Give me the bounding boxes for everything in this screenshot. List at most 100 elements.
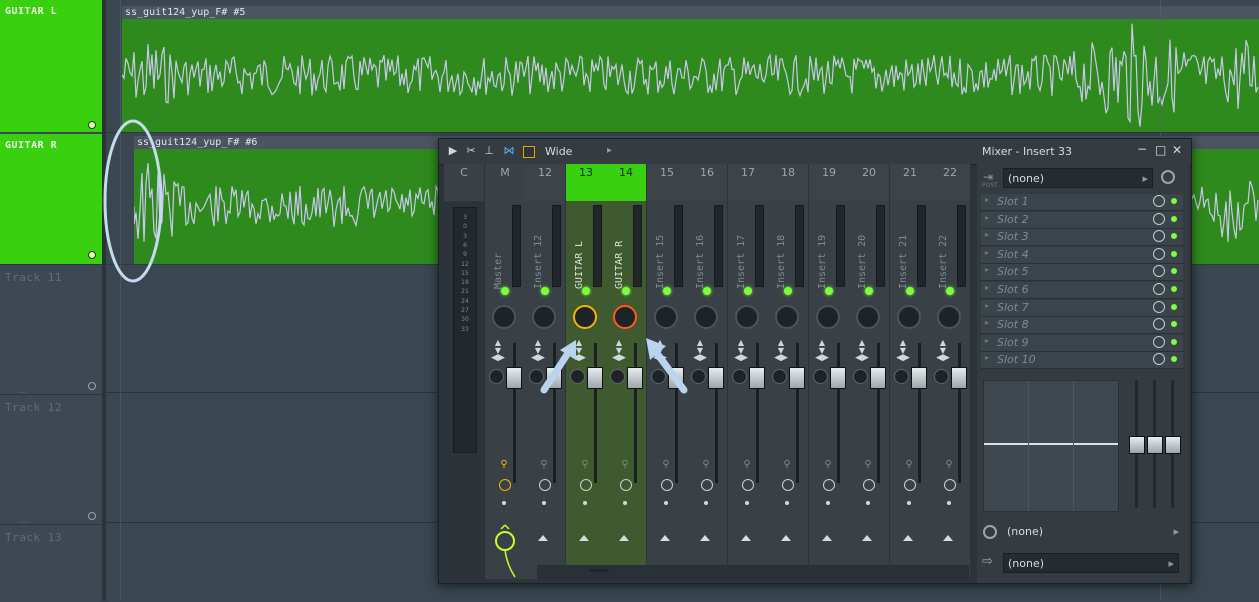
slot-mix-knob[interactable] xyxy=(1153,265,1165,278)
mute-led[interactable] xyxy=(582,287,590,295)
stereo-knob[interactable] xyxy=(813,369,828,384)
clock-icon[interactable] xyxy=(1161,170,1175,184)
latency-clock-icon[interactable] xyxy=(580,479,592,491)
stereo-separation-icon[interactable]: ◀▶ xyxy=(692,353,708,363)
track-lane-guitar-l[interactable]: ss_guit124_yup_F# #5 xyxy=(106,0,1259,133)
pan-knob[interactable] xyxy=(532,305,556,329)
channel-number[interactable]: 20 xyxy=(849,164,889,201)
latency-clock-icon[interactable] xyxy=(742,479,754,491)
route-dot[interactable] xyxy=(866,501,870,505)
mixer-strip[interactable]: Insert 17 ▲ ▼ ◀▶ ⚲ xyxy=(728,201,768,579)
mute-led[interactable] xyxy=(825,287,833,295)
mute-led[interactable] xyxy=(744,287,752,295)
view-label[interactable]: Wide xyxy=(545,145,572,158)
stereo-knob[interactable] xyxy=(772,369,787,384)
slot-mix-knob[interactable] xyxy=(1153,230,1165,243)
route-dot[interactable] xyxy=(664,501,668,505)
latency-clock-icon[interactable] xyxy=(904,479,916,491)
stereo-separation-icon[interactable]: ◀▶ xyxy=(773,353,789,363)
pin-icon[interactable]: ⊥ xyxy=(483,145,495,157)
stereo-separation-icon[interactable]: ◀▶ xyxy=(935,353,951,363)
route-arrow-icon[interactable] xyxy=(862,535,872,541)
slot-enable-led[interactable] xyxy=(1171,268,1177,275)
route-arrow-icon[interactable] xyxy=(579,535,589,541)
route-arrow-icon[interactable] xyxy=(903,535,913,541)
stereo-separation-icon[interactable]: ◀▶ xyxy=(611,353,627,363)
clip-title[interactable]: ss_guit124_yup_F# #5 xyxy=(122,6,1259,19)
track-header-12[interactable]: ... Track 12 xyxy=(0,382,102,525)
channel-number[interactable]: 14 xyxy=(606,164,646,201)
mute-led[interactable] xyxy=(622,287,630,295)
record-pin-icon[interactable]: ⚲ xyxy=(620,459,630,471)
mixer-strip[interactable]: Insert 18 ▲ ▼ ◀▶ ⚲ xyxy=(768,201,808,579)
route-dot[interactable] xyxy=(623,501,627,505)
effect-slot[interactable]: ▸ Slot 3 xyxy=(981,229,1183,247)
maximize-icon[interactable]: □ xyxy=(1155,143,1166,157)
stereo-knob[interactable] xyxy=(489,369,504,384)
output-dropdown[interactable]: (none) ▸ xyxy=(1003,553,1179,573)
mute-led[interactable] xyxy=(663,287,671,295)
record-pin-icon[interactable]: ⚲ xyxy=(661,459,671,471)
view-arrow-icon[interactable]: ▸ xyxy=(607,145,612,156)
track-led[interactable] xyxy=(88,121,96,129)
volume-fader[interactable] xyxy=(506,367,522,389)
volume-fader[interactable] xyxy=(870,367,886,389)
effect-slot[interactable]: ▸ Slot 7 xyxy=(981,299,1183,317)
eq-fader-low[interactable] xyxy=(1129,436,1145,454)
track-led[interactable] xyxy=(88,382,96,390)
mute-led[interactable] xyxy=(541,287,549,295)
latency-clock-icon[interactable] xyxy=(782,479,794,491)
stereo-knob[interactable] xyxy=(610,369,625,384)
minimize-icon[interactable]: − xyxy=(1137,142,1147,156)
slot-enable-led[interactable] xyxy=(1171,356,1177,363)
effect-slot[interactable]: ▸ Slot 2 xyxy=(981,211,1183,229)
channel-number[interactable]: 15 xyxy=(647,164,687,201)
slot-enable-led[interactable] xyxy=(1171,338,1177,345)
stereo-knob[interactable] xyxy=(934,369,949,384)
record-pin-icon[interactable]: ⚲ xyxy=(742,459,752,471)
mute-led[interactable] xyxy=(865,287,873,295)
slot-enable-led[interactable] xyxy=(1171,286,1177,292)
record-pin-icon[interactable]: ⚲ xyxy=(782,459,792,471)
track-header-guitar-r[interactable]: GUITAR R xyxy=(0,134,102,264)
mixer-strip[interactable]: Insert 16 ▲ ▼ ◀▶ ⚲ xyxy=(687,201,727,579)
mixer-strip[interactable]: Insert 21 ▲ ▼ ◀▶ ⚲ xyxy=(890,201,930,579)
track-header-13[interactable]: ... Track 13 xyxy=(0,512,102,602)
track-header-guitar-l[interactable]: GUITAR L xyxy=(0,0,102,132)
stereo-icon[interactable]: ⋈ xyxy=(503,145,515,157)
volume-fader[interactable] xyxy=(911,367,927,389)
channel-number[interactable]: 12 xyxy=(525,164,565,201)
slot-mix-knob[interactable] xyxy=(1153,247,1165,260)
route-arrow-icon[interactable] xyxy=(822,535,832,541)
slot-enable-led[interactable] xyxy=(1171,250,1177,257)
mute-led[interactable] xyxy=(784,287,792,295)
channel-number[interactable]: 21 xyxy=(890,164,930,201)
route-dot[interactable] xyxy=(947,501,951,505)
effect-slot[interactable]: ▸ Slot 9 xyxy=(981,334,1183,352)
input-dropdown[interactable]: (none) ▸ xyxy=(1003,168,1153,188)
eq-fader-high[interactable] xyxy=(1165,436,1181,454)
route-dot[interactable] xyxy=(745,501,749,505)
mute-led[interactable] xyxy=(906,287,914,295)
pan-knob[interactable] xyxy=(573,305,597,329)
volume-fader[interactable] xyxy=(587,367,603,389)
route-dot[interactable] xyxy=(785,501,789,505)
volume-fader[interactable] xyxy=(789,367,805,389)
slot-mix-knob[interactable] xyxy=(1153,195,1165,207)
stereo-knob[interactable] xyxy=(853,369,868,384)
record-pin-icon[interactable]: ⚲ xyxy=(701,459,711,471)
pan-knob[interactable] xyxy=(816,305,840,329)
mixer-strip[interactable]: Insert 19 ▲ ▼ ◀▶ ⚲ xyxy=(809,201,849,579)
route-dot[interactable] xyxy=(826,501,830,505)
record-pin-icon[interactable]: ⚲ xyxy=(499,459,509,471)
mute-led[interactable] xyxy=(703,287,711,295)
effect-slot[interactable]: ▸ Slot 8 xyxy=(981,317,1183,335)
pan-knob[interactable] xyxy=(897,305,921,329)
volume-fader[interactable] xyxy=(749,367,765,389)
mixer-strip[interactable]: Insert 20 ▲ ▼ ◀▶ ⚲ xyxy=(849,201,889,579)
output-icon[interactable]: ⇨ xyxy=(982,554,993,569)
play-arrow-icon[interactable]: ▶ xyxy=(447,145,459,157)
latency-clock-icon[interactable] xyxy=(539,479,551,491)
record-pin-icon[interactable]: ⚲ xyxy=(904,459,914,471)
mixer-strip[interactable]: Insert 22 ▲ ▼ ◀▶ ⚲ xyxy=(930,201,970,579)
